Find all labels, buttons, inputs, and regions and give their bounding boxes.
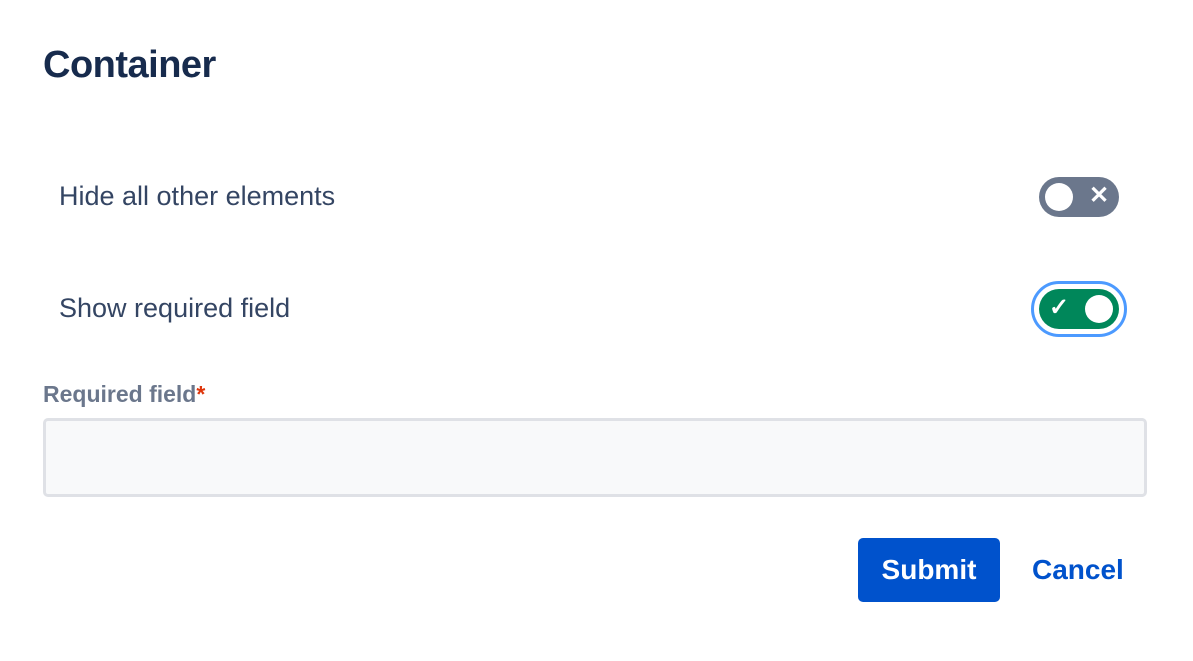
- show-required-label: Show required field: [59, 293, 291, 323]
- show-required-toggle[interactable]: ✓: [1039, 289, 1119, 329]
- required-field-input[interactable]: [43, 418, 1147, 497]
- required-field-label: Required field*: [43, 381, 206, 407]
- cancel-button[interactable]: Cancel: [1032, 554, 1124, 586]
- required-marker: *: [196, 381, 206, 407]
- page-title: Container: [43, 44, 216, 86]
- close-icon: ✕: [1089, 182, 1110, 209]
- submit-button[interactable]: Submit: [858, 538, 1000, 602]
- check-icon: ✓: [1049, 294, 1070, 321]
- toggle-knob: [1085, 295, 1113, 323]
- hide-elements-toggle[interactable]: ✕: [1039, 177, 1119, 217]
- hide-elements-label: Hide all other elements: [59, 181, 336, 211]
- toggle-knob: [1045, 183, 1073, 211]
